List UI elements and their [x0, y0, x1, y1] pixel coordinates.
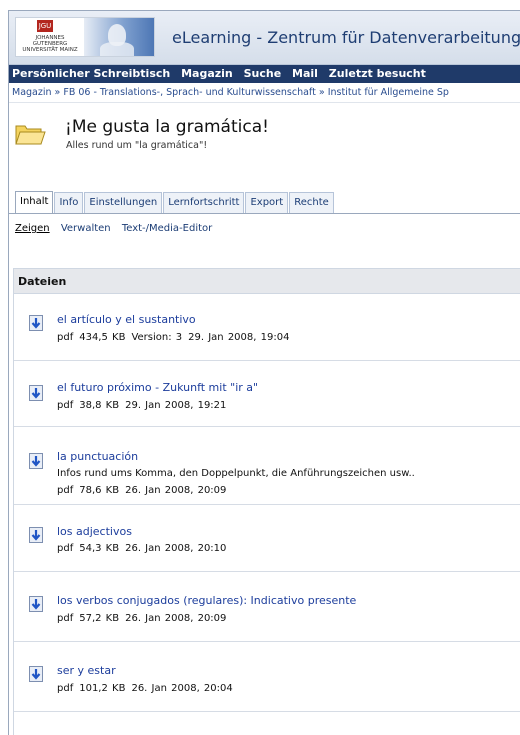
file-item: los adjectivos pdf 54,3 KB 26. Jan 2008, 2… — [14, 505, 520, 572]
tab-info[interactable]: Info — [54, 192, 84, 214]
file-type: pdf — [57, 332, 74, 343]
nav-item-mail[interactable]: Mail — [292, 67, 318, 80]
download-icon[interactable] — [29, 453, 43, 469]
file-size: 54,3 KB — [79, 543, 120, 554]
download-icon[interactable] — [29, 527, 43, 543]
site-title: eLearning - Zentrum für Datenverarbeitun… — [172, 28, 520, 47]
main-navigation: Persönlicher Schreibtisch Magazin Suche … — [9, 65, 520, 83]
subtab-verwalten[interactable]: Verwalten — [61, 223, 111, 234]
file-meta: pdf 101,2 KB 26. Jan 2008, 20:04 — [57, 683, 239, 694]
file-meta: pdf 57,2 KB 26. Jan 2008, 20:09 — [57, 613, 232, 624]
tab-einstellungen[interactable]: Einstellungen — [84, 192, 163, 214]
file-type: pdf — [57, 613, 74, 624]
university-logo[interactable]: JGU JOHANNES GUTENBERG UNIVERSITÄT MAINZ — [15, 17, 155, 57]
file-meta: pdf 38,8 KB 29. Jan 2008, 19:21 — [57, 400, 232, 411]
file-item: el artículo y el sustantivo pdf 434,5 KB V… — [14, 295, 520, 361]
file-date: 26. Jan 2008, 20:04 — [131, 683, 233, 694]
file-title[interactable]: la punctuación — [57, 450, 138, 463]
nav-item-zuletzt-besucht[interactable]: Zuletzt besucht — [329, 67, 426, 80]
tab-inhalt[interactable]: Inhalt — [15, 191, 54, 214]
file-date: 26. Jan 2008, 20:10 — [125, 543, 227, 554]
file-title[interactable]: los verbos conjugados (regulares): Indic… — [57, 594, 356, 607]
browser-page: JGU JOHANNES GUTENBERG UNIVERSITÄT MAINZ… — [8, 10, 520, 735]
file-version: Version: 3 — [131, 332, 183, 343]
file-item: ser y estar pdf 101,2 KB 26. Jan 2008, 20:… — [14, 642, 520, 712]
subtab-text-media-editor[interactable]: Text-/Media-Editor — [122, 223, 212, 234]
file-meta: pdf 78,6 KB 26. Jan 2008, 20:09 — [57, 485, 232, 496]
file-size: 57,2 KB — [79, 613, 120, 624]
file-title[interactable]: ser y estar — [57, 664, 116, 677]
folder-icon — [15, 125, 46, 145]
subtab-bar: Zeigen Verwalten Text-/Media-Editor — [15, 223, 220, 234]
file-item: la punctuación Infos rund ums Komma, den… — [14, 427, 520, 505]
file-type: pdf — [57, 543, 74, 554]
file-title[interactable]: los adjectivos — [57, 525, 132, 538]
file-item: los verbos conjugados (regulares): Indic… — [14, 572, 520, 642]
file-size: 78,6 KB — [79, 485, 120, 496]
nav-item-suche[interactable]: Suche — [244, 67, 282, 80]
files-header: Dateien — [14, 269, 520, 294]
nav-item-magazin[interactable]: Magazin — [181, 67, 233, 80]
file-size: 38,8 KB — [79, 400, 120, 411]
file-title[interactable]: el futuro próximo - Zukunft mit "ir a" — [57, 381, 258, 394]
download-icon[interactable] — [29, 385, 43, 401]
tab-bar: Inhalt Info Einstellungen Lernfortschritt Ex… — [15, 191, 335, 214]
file-description: Infos rund ums Komma, den Doppelpunkt, d… — [57, 468, 415, 479]
file-date: 26. Jan 2008, 20:09 — [125, 485, 227, 496]
page-title: ¡Me gusta la gramática! — [65, 117, 269, 137]
subtab-zeigen[interactable]: Zeigen — [15, 223, 50, 234]
file-date: 26. Jan 2008, 20:09 — [125, 613, 227, 624]
download-icon[interactable] — [29, 596, 43, 612]
file-date: 29. Jan 2008, 19:04 — [188, 332, 290, 343]
files-panel: Dateien el artículo y el sustantivo pdf 4… — [13, 268, 520, 735]
logo-badge: JGU — [37, 20, 53, 32]
title-area: ¡Me gusta la gramática! Alles rund um "l… — [9, 103, 520, 161]
file-type: pdf — [57, 683, 74, 694]
page-subtitle: Alles rund um "la gramática"! — [66, 140, 208, 151]
tab-divider — [9, 213, 520, 214]
gutenberg-portrait-icon — [84, 18, 154, 56]
file-title[interactable]: el artículo y el sustantivo — [57, 313, 196, 326]
nav-item-schreibtisch[interactable]: Persönlicher Schreibtisch — [12, 67, 170, 80]
file-meta: pdf 434,5 KB Version: 3 29. Jan 2008, 19:04 — [57, 332, 295, 343]
file-meta: pdf 54,3 KB 26. Jan 2008, 20:10 — [57, 543, 232, 554]
download-icon[interactable] — [29, 666, 43, 682]
tab-lernfortschritt[interactable]: Lernfortschritt — [163, 192, 245, 214]
file-type: pdf — [57, 400, 74, 411]
file-type: pdf — [57, 485, 74, 496]
file-date: 29. Jan 2008, 19:21 — [125, 400, 227, 411]
tab-export[interactable]: Export — [245, 192, 289, 214]
download-icon[interactable] — [29, 315, 43, 331]
file-size: 101,2 KB — [79, 683, 126, 694]
breadcrumb[interactable]: Magazin » FB 06 - Translations-, Sprach-… — [9, 83, 520, 103]
logo-text: JOHANNES GUTENBERG UNIVERSITÄT MAINZ — [22, 35, 78, 53]
file-size: 434,5 KB — [79, 332, 126, 343]
tab-rechte[interactable]: Rechte — [289, 192, 334, 214]
site-header: JGU JOHANNES GUTENBERG UNIVERSITÄT MAINZ… — [9, 11, 520, 65]
file-item: el futuro próximo - Zukunft mit "ir a" p… — [14, 361, 520, 427]
